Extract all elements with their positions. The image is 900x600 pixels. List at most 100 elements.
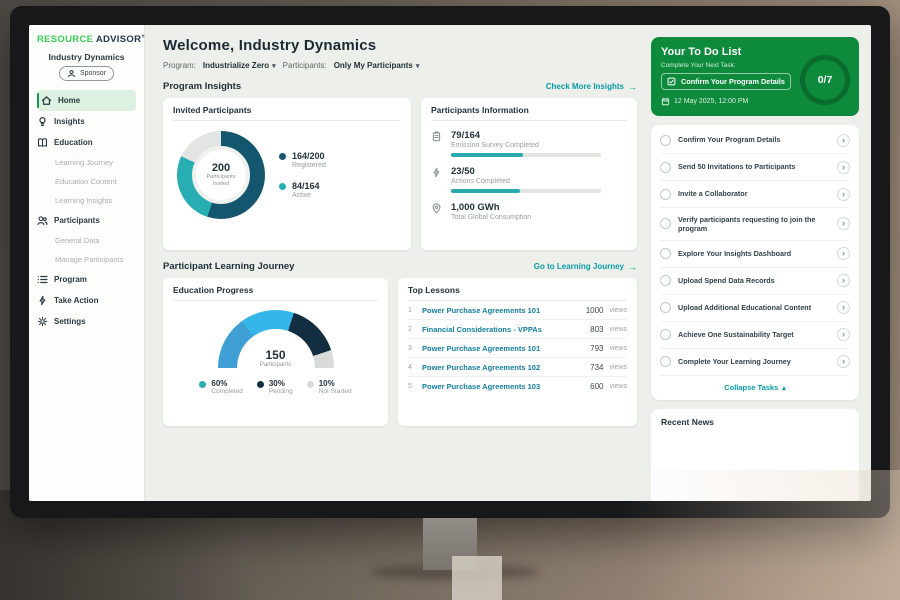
task-label: Complete Your Learning Journey <box>678 357 830 366</box>
chevron-right-icon[interactable] <box>837 134 850 147</box>
chevron-right-icon[interactable] <box>837 217 850 230</box>
lesson-views-unit: views <box>609 326 627 333</box>
lesson-row: 4 Power Purchase Agreements 102 734 view… <box>408 358 627 377</box>
task-row[interactable]: Send 50 Invitations to Participants <box>660 154 850 181</box>
todo-progress-ring: 0/7 <box>800 55 850 105</box>
survey-clipboard-icon <box>431 130 443 142</box>
task-row[interactable]: Upload Spend Data Records <box>660 268 850 295</box>
task-label: Upload Additional Educational Content <box>678 303 830 312</box>
task-checkbox[interactable] <box>660 356 671 367</box>
legend-value: 164/200 <box>292 151 326 161</box>
sidebar-item-settings[interactable]: Settings <box>29 311 144 332</box>
desk-object <box>452 556 502 600</box>
donut-legend: 164/200 Registered 84/164 Active <box>279 151 326 199</box>
chevron-right-icon[interactable] <box>837 301 850 314</box>
lesson-views-unit: views <box>609 307 627 314</box>
task-row[interactable]: Confirm Your Program Details <box>660 127 850 154</box>
invited-donut-chart: 200 Participants Invited <box>177 131 265 219</box>
lesson-link[interactable]: Power Purchase Agreements 101 <box>422 306 580 315</box>
lesson-link[interactable]: Power Purchase Agreements 103 <box>422 382 584 391</box>
chevron-right-icon[interactable] <box>837 161 850 174</box>
check-more-insights-link[interactable]: Check More Insights <box>546 82 637 92</box>
gear-icon <box>37 316 48 327</box>
app-logo: RESOURCE ADVISOR+ <box>29 34 144 49</box>
task-label: Invite a Collaborator <box>678 189 830 198</box>
info-value: 1,000 GWh <box>451 202 531 213</box>
due-date-text: 12 May 2025, 12:00 PM <box>674 98 748 105</box>
task-row[interactable]: Complete Your Learning Journey <box>660 349 850 376</box>
chevron-right-icon[interactable] <box>837 188 850 201</box>
lesson-row: 5 Power Purchase Agreements 103 600 view… <box>408 377 627 395</box>
sidebar-item-program[interactable]: Program <box>29 269 144 290</box>
chevron-right-icon[interactable] <box>837 274 850 287</box>
program-filter-dropdown[interactable]: Industrialize Zero <box>203 61 276 70</box>
sidebar-item-education[interactable]: Education <box>29 132 144 153</box>
lesson-link[interactable]: Power Purchase Agreements 102 <box>422 363 584 372</box>
chevron-down-icon <box>416 61 420 70</box>
legend-value: 84/164 <box>292 181 320 191</box>
sidebar-item-education-content[interactable]: Education Content <box>29 172 144 191</box>
collapse-tasks-link[interactable]: Collapse Tasks <box>660 376 850 395</box>
card-title: Invited Participants <box>173 105 401 121</box>
sidebar-item-label: Home <box>58 96 80 105</box>
lesson-link[interactable]: Power Purchase Agreements 101 <box>422 344 584 353</box>
logo-text-primary: RESOURCE <box>37 34 93 45</box>
legend-item: 30% Pending <box>257 379 293 395</box>
sponsor-badge[interactable]: Sponsor <box>59 66 114 81</box>
task-checkbox[interactable] <box>660 189 671 200</box>
participants-filter-value: Only My Participants <box>334 61 413 70</box>
legend-dot <box>279 183 286 190</box>
legend-dot <box>257 381 264 388</box>
info-value: 79/164 <box>451 130 601 141</box>
legend-label: Completed <box>211 388 242 395</box>
task-checkbox[interactable] <box>660 218 671 229</box>
info-row: 1,000 GWh Total Global Consumption <box>431 202 627 221</box>
donut-center-value: 200 <box>212 162 230 174</box>
task-row[interactable]: Upload Additional Educational Content <box>660 295 850 322</box>
link-label: Check More Insights <box>546 82 624 91</box>
chevron-right-icon[interactable] <box>837 328 850 341</box>
lesson-views: 793 <box>590 344 603 353</box>
go-to-learning-journey-link[interactable]: Go to Learning Journey <box>534 262 637 272</box>
legend-label: Active <box>292 192 320 199</box>
sidebar-item-participants[interactable]: Participants <box>29 210 144 231</box>
sidebar-item-learning-journey[interactable]: Learning Journey <box>29 153 144 172</box>
lesson-number: 1 <box>408 307 416 314</box>
lightbulb-icon <box>37 116 48 127</box>
sidebar-item-learning-insights[interactable]: Learning Insights <box>29 191 144 210</box>
info-row: 79/164 Emission Survey Completed <box>431 130 627 157</box>
task-row[interactable]: Verify participants requesting to join t… <box>660 208 850 241</box>
chevron-right-icon[interactable] <box>837 355 850 368</box>
gauge-center-label: Participants <box>218 362 334 368</box>
sidebar-item-general-data[interactable]: General Data <box>29 231 144 250</box>
next-task-chip[interactable]: Confirm Your Program Details <box>661 73 791 90</box>
task-checkbox[interactable] <box>660 275 671 286</box>
task-checkbox[interactable] <box>660 135 671 146</box>
task-checkbox[interactable] <box>660 162 671 173</box>
task-label: Confirm Your Program Details <box>678 135 830 144</box>
education-gauge-chart: 150 Participants <box>218 310 334 368</box>
chevron-right-icon[interactable] <box>837 247 850 260</box>
top-lessons-card: Top Lessons 1 Power Purchase Agreements … <box>398 278 637 426</box>
task-checkbox[interactable] <box>660 329 671 340</box>
task-row[interactable]: Achieve One Sustainability Target <box>660 322 850 349</box>
action-bolt-icon <box>37 295 48 306</box>
task-row[interactable]: Explore Your Insights Dashboard <box>660 241 850 268</box>
lesson-link[interactable]: Financial Considerations - VPPAs <box>422 325 584 334</box>
sidebar-item-manage-participants[interactable]: Manage Participants <box>29 250 144 269</box>
task-row[interactable]: Invite a Collaborator <box>660 181 850 208</box>
sidebar-item-insights[interactable]: Insights <box>29 111 144 132</box>
sidebar-item-home[interactable]: Home <box>37 90 136 111</box>
participants-filter-dropdown[interactable]: Only My Participants <box>334 61 420 70</box>
legend-value: 60% <box>211 379 242 388</box>
card-title: Education Progress <box>173 285 378 301</box>
task-checkbox[interactable] <box>660 248 671 259</box>
todo-summary-card: Your To Do List Complete Your Next Task:… <box>651 37 859 116</box>
progress-bar-fill <box>451 189 520 193</box>
lesson-number: 5 <box>408 383 416 390</box>
location-pin-icon <box>431 202 443 214</box>
sidebar-item-take-action[interactable]: Take Action <box>29 290 144 311</box>
task-label: Upload Spend Data Records <box>678 276 830 285</box>
legend-item: 164/200 Registered <box>279 151 326 169</box>
task-checkbox[interactable] <box>660 302 671 313</box>
